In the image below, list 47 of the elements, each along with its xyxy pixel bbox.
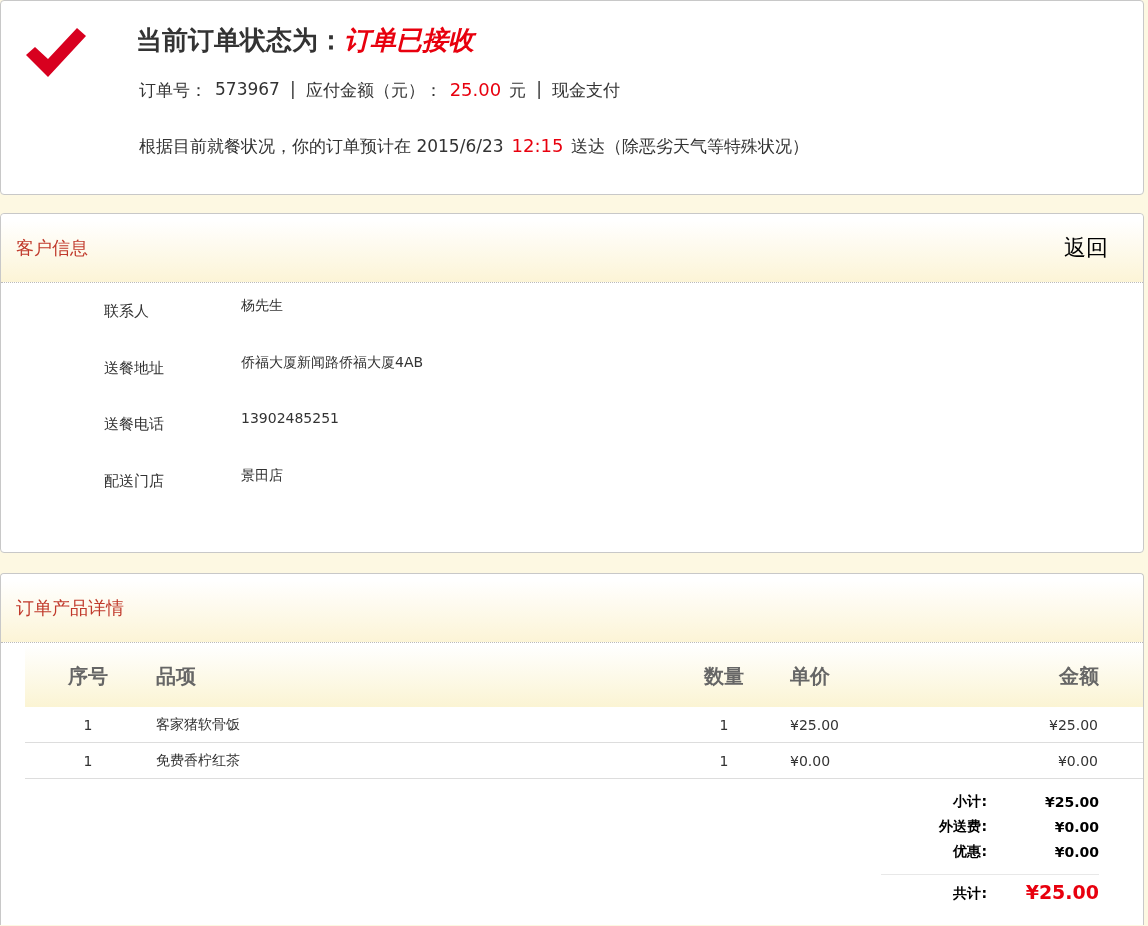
separator: | xyxy=(535,79,543,101)
info-text: 送达（除恶劣天气等特殊状况） xyxy=(571,135,810,158)
table-cell-text: ¥25.00 xyxy=(789,716,840,733)
total-label: 优惠: xyxy=(952,842,987,861)
field-label: 联系人 xyxy=(104,301,150,322)
info-text: 现金支付 xyxy=(551,79,620,102)
table-cell-text: 客家猪软骨饭 xyxy=(155,715,241,734)
total-value: ¥25.00 xyxy=(1043,793,1099,810)
column-header: 品项 xyxy=(155,662,197,690)
checkmark-icon xyxy=(26,28,86,78)
table-cell-text: 1 xyxy=(82,716,94,733)
highlight-value: 12:15 xyxy=(511,135,564,158)
total-value: ¥0.00 xyxy=(1053,818,1099,835)
total-label: 小计: xyxy=(952,792,987,811)
field-label: 送餐电话 xyxy=(104,414,165,435)
table-cell-text: 1 xyxy=(718,716,730,733)
field-value: 景田店 xyxy=(241,466,283,485)
column-header: 单价 xyxy=(789,662,831,690)
table-cell-text: ¥0.00 xyxy=(789,752,832,769)
table-cell-text: ¥25.00 xyxy=(1048,716,1099,733)
total-label: 共计: xyxy=(952,885,987,903)
info-text: 根据目前就餐状况，你的订单预计在 2015/6/23 xyxy=(139,135,504,158)
total-value: ¥25.00 xyxy=(1024,881,1099,903)
back-link[interactable]: 返回 xyxy=(1064,233,1108,263)
info-label: 订单号： xyxy=(139,79,207,102)
field-label: 配送门店 xyxy=(104,470,165,492)
total-value: ¥0.00 xyxy=(1053,843,1099,860)
info-text: 元 xyxy=(509,79,527,102)
table-cell-text: 1 xyxy=(718,752,730,769)
table-cell-text: 免费香柠红茶 xyxy=(155,751,241,770)
info-text: 573967 xyxy=(215,79,280,101)
field-value: 侨福大厦新闻路侨福大厦4AB xyxy=(241,353,424,372)
panel-title: 客户信息 xyxy=(16,236,88,260)
field-value: 杨先生 xyxy=(241,297,283,315)
separator: | xyxy=(288,79,297,101)
info-label: 应付金额（元）： xyxy=(305,79,442,102)
total-label: 外送费: xyxy=(938,817,987,836)
column-header: 金额 xyxy=(1058,662,1100,690)
column-header: 数量 xyxy=(703,662,745,690)
column-header: 序号 xyxy=(67,662,109,690)
field-value: 13902485251 xyxy=(241,410,339,428)
highlight-value: 25.00 xyxy=(449,79,502,102)
status-heading: 当前订单状态为： xyxy=(136,25,344,55)
panel-title: 订单产品详情 xyxy=(16,596,124,620)
table-cell-text: 1 xyxy=(82,752,94,769)
table-cell-text: ¥0.00 xyxy=(1056,752,1099,769)
field-label: 送餐地址 xyxy=(104,357,165,379)
